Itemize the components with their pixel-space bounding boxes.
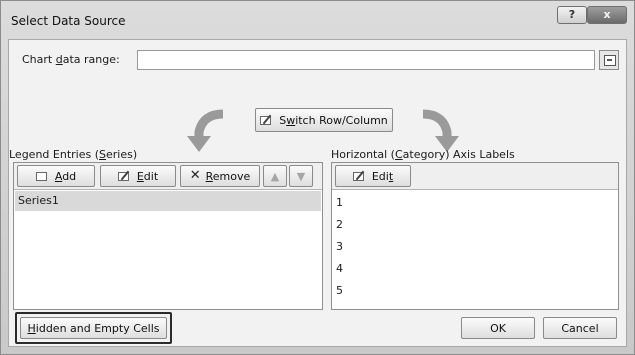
dialog-body: Chart data range: Switch Row/Column Lege… bbox=[8, 39, 627, 347]
axis-label-item[interactable]: 3 bbox=[333, 237, 343, 257]
axis-label-item[interactable]: 4 bbox=[333, 259, 343, 279]
switch-row-column-label: Switch Row/Column bbox=[279, 113, 388, 127]
edit-axis-labels-label: Edit bbox=[371, 169, 394, 183]
add-series-button[interactable]: Add bbox=[17, 165, 95, 187]
edit-series-button[interactable]: Edit bbox=[100, 165, 176, 187]
legend-series-item[interactable]: Series1 bbox=[15, 191, 321, 211]
remove-series-label: Remove bbox=[205, 169, 251, 183]
axis-label-item[interactable]: 2 bbox=[333, 215, 343, 235]
edit-icon bbox=[117, 170, 132, 182]
title-bar: Select Data Source ? x bbox=[1, 1, 634, 39]
add-series-icon bbox=[35, 170, 50, 182]
legend-entries-panel: Add Edit ✕ Remove ▲ ▼ Series1 bbox=[13, 162, 323, 310]
axis-labels-panel: Edit 1 2 3 4 5 bbox=[331, 162, 619, 310]
move-up-icon: ▲ bbox=[270, 169, 280, 183]
hidden-and-empty-cells-label: Hidden and Empty Cells bbox=[27, 321, 160, 335]
axis-label-item[interactable]: 1 bbox=[333, 193, 343, 213]
help-button[interactable]: ? bbox=[557, 6, 587, 24]
move-down-icon: ▼ bbox=[296, 169, 306, 183]
select-data-source-dialog: Select Data Source ? x Chart data range:… bbox=[0, 0, 635, 355]
move-up-button[interactable]: ▲ bbox=[263, 165, 287, 187]
collapse-dialog-button[interactable] bbox=[599, 50, 619, 70]
edit-axis-labels-button[interactable]: Edit bbox=[335, 165, 411, 187]
axis-labels-heading: Horizontal (Category) Axis Labels bbox=[331, 148, 515, 161]
switch-row-column-icon bbox=[260, 114, 274, 126]
chart-data-range-label: Chart data range: bbox=[22, 53, 120, 66]
cancel-button[interactable]: Cancel bbox=[543, 317, 617, 339]
chart-data-range-input[interactable] bbox=[137, 50, 595, 70]
add-series-label: Add bbox=[54, 169, 77, 183]
remove-x-icon: ✕ bbox=[189, 168, 201, 183]
hidden-and-empty-cells-button[interactable]: Hidden and Empty Cells bbox=[20, 317, 167, 339]
axis-label-item[interactable]: 5 bbox=[333, 281, 343, 301]
edit-series-label: Edit bbox=[136, 169, 159, 183]
close-button[interactable]: x bbox=[587, 6, 627, 24]
edit-icon bbox=[352, 170, 367, 182]
dialog-title: Select Data Source bbox=[11, 14, 126, 28]
curved-arrow-left-icon bbox=[187, 109, 224, 152]
legend-toolbar: Add Edit ✕ Remove ▲ ▼ bbox=[14, 163, 322, 190]
switch-row-column-button[interactable]: Switch Row/Column bbox=[255, 108, 393, 132]
legend-entries-heading: Legend Entries (Series) bbox=[9, 148, 138, 161]
remove-series-button[interactable]: ✕ Remove bbox=[180, 165, 260, 187]
move-down-button[interactable]: ▼ bbox=[289, 165, 313, 187]
ok-button[interactable]: OK bbox=[461, 317, 535, 339]
axis-toolbar: Edit bbox=[332, 163, 618, 190]
